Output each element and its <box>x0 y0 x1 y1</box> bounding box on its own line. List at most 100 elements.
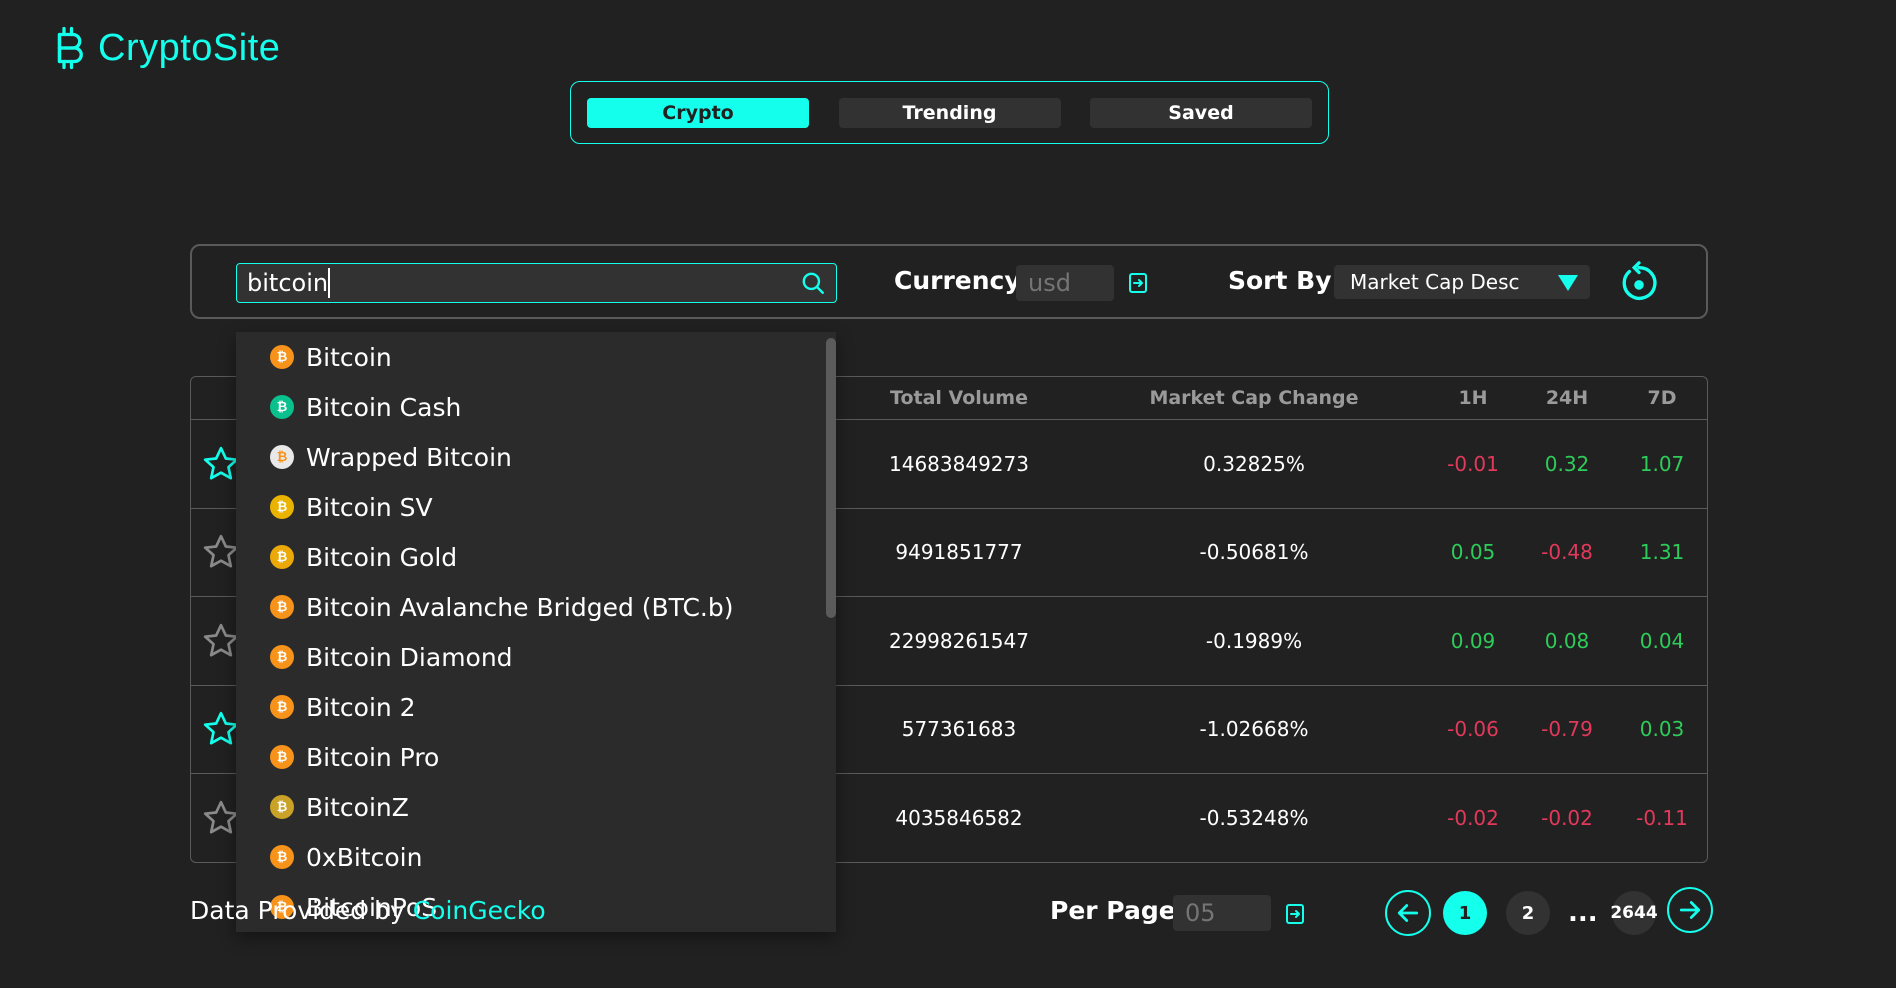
cell-1h: -0.02 <box>1447 806 1499 831</box>
suggestion-label: Bitcoin <box>306 342 392 372</box>
page-ellipsis: ... <box>1568 898 1598 928</box>
cell-1h: 0.05 <box>1450 540 1496 565</box>
coin-icon: ₿ <box>270 645 294 669</box>
arrow-left-icon <box>1397 904 1419 922</box>
page-2-button[interactable]: 2 <box>1506 891 1550 935</box>
cell-1h: -0.06 <box>1447 717 1499 742</box>
cell-total-volume: 4035846582 <box>895 806 1023 831</box>
star-filled-icon[interactable] <box>201 444 241 484</box>
cell-market-cap-change: -0.50681% <box>1199 540 1309 565</box>
app-name: CryptoSite <box>98 26 281 69</box>
app-logo[interactable]: CryptoSite <box>52 24 280 72</box>
cell-1h: -0.01 <box>1447 451 1499 476</box>
suggestion-item[interactable]: ₿ Bitcoin 2 <box>236 682 836 732</box>
reset-icon[interactable] <box>1616 260 1662 306</box>
per-page-label: Per Page: <box>1050 896 1186 925</box>
next-page-button[interactable] <box>1667 887 1713 933</box>
suggestion-label: 0xBitcoin <box>306 842 423 872</box>
cell-24h: -0.48 <box>1541 540 1593 565</box>
cell-7d: 1.07 <box>1639 451 1685 476</box>
search-icon[interactable] <box>800 270 826 296</box>
coin-icon: ₿ <box>270 795 294 819</box>
suggestion-item[interactable]: ₿ Bitcoin Cash <box>236 382 836 432</box>
cell-total-volume: 14683849273 <box>889 451 1029 476</box>
per-page-input[interactable] <box>1173 895 1271 931</box>
suggestion-item[interactable]: ₿ Wrapped Bitcoin <box>236 432 836 482</box>
cell-7d: 0.03 <box>1639 717 1685 742</box>
cell-24h: -0.02 <box>1541 806 1593 831</box>
suggestion-item[interactable]: ₿ Bitcoin Avalanche Bridged (BTC.b) <box>236 582 836 632</box>
prev-page-button[interactable] <box>1385 890 1431 936</box>
currency-submit-icon[interactable] <box>1126 271 1150 295</box>
sort-value: Market Cap Desc <box>1350 270 1520 294</box>
cell-market-cap-change: 0.32825% <box>1203 451 1305 476</box>
attribution-prefix: Data Provided by <box>190 896 413 925</box>
suggestion-label: Bitcoin SV <box>306 492 433 522</box>
cell-7d: 1.31 <box>1639 540 1685 565</box>
triangle-down-icon <box>1558 275 1578 291</box>
cell-total-volume: 22998261547 <box>889 628 1029 653</box>
cell-7d: -0.11 <box>1636 806 1688 831</box>
bitcoin-logo-icon <box>57 26 83 70</box>
filter-bar: bitcoin Currency: Sort By: Market Cap De… <box>190 244 1708 319</box>
suggestion-label: Bitcoin Cash <box>306 392 462 422</box>
coin-icon: ₿ <box>270 445 294 469</box>
cell-24h: 0.08 <box>1544 628 1590 653</box>
suggestion-item[interactable]: ₿ Bitcoin SV <box>236 482 836 532</box>
suggestion-item[interactable]: ₿ Bitcoin Gold <box>236 532 836 582</box>
search-suggestions: ₿ Bitcoin ₿ Bitcoin Cash ₿ Wrapped Bitco… <box>236 332 836 932</box>
col-total-volume: Total Volume <box>890 387 1028 409</box>
col-1h: 1H <box>1458 387 1488 409</box>
search-input[interactable]: bitcoin <box>247 269 328 297</box>
sort-select[interactable]: Market Cap Desc <box>1334 265 1590 299</box>
tab-crypto[interactable]: Crypto <box>587 97 809 128</box>
coin-icon: ₿ <box>270 345 294 369</box>
coin-icon: ₿ <box>270 695 294 719</box>
cell-market-cap-change: -1.02668% <box>1199 717 1309 742</box>
cell-market-cap-change: -0.53248% <box>1199 806 1309 831</box>
coin-icon: ₿ <box>270 545 294 569</box>
cell-market-cap-change: -0.1989% <box>1205 628 1303 653</box>
tab-trending[interactable]: Trending <box>838 97 1061 128</box>
suggestion-label: Bitcoin Gold <box>306 542 458 572</box>
cell-1h: 0.09 <box>1450 628 1496 653</box>
currency-input[interactable] <box>1016 265 1114 301</box>
suggestion-item[interactable]: ₿ BitcoinZ <box>236 782 836 832</box>
cell-total-volume: 577361683 <box>901 717 1017 742</box>
suggestion-label: Bitcoin Pro <box>306 742 440 772</box>
currency-label: Currency: <box>894 266 1031 295</box>
scrollbar-thumb[interactable] <box>826 338 836 618</box>
suggestion-item[interactable]: ₿ Bitcoin Pro <box>236 732 836 782</box>
search-box[interactable]: bitcoin <box>236 263 837 303</box>
suggestion-label: Bitcoin Avalanche Bridged (BTC.b) <box>306 592 734 622</box>
main-nav: Crypto Trending Saved <box>570 81 1329 144</box>
star-outline-icon[interactable] <box>201 532 241 572</box>
tab-saved[interactable]: Saved <box>1090 97 1312 128</box>
coin-icon: ₿ <box>270 395 294 419</box>
per-page-submit-icon[interactable] <box>1283 902 1307 926</box>
text-caret <box>328 268 331 298</box>
col-24h: 24H <box>1545 387 1589 409</box>
suggestion-item[interactable]: ₿ Bitcoin Diamond <box>236 632 836 682</box>
suggestion-label: Wrapped Bitcoin <box>306 442 512 472</box>
sort-label: Sort By: <box>1228 266 1342 295</box>
coin-icon: ₿ <box>270 595 294 619</box>
star-filled-icon[interactable] <box>201 709 241 749</box>
suggestion-item[interactable]: ₿ 0xBitcoin <box>236 832 836 882</box>
cell-24h: -0.79 <box>1541 717 1593 742</box>
coin-icon: ₿ <box>270 495 294 519</box>
suggestion-item[interactable]: ₿ Bitcoin <box>236 332 836 382</box>
cell-total-volume: 9491851777 <box>895 540 1023 565</box>
col-7d: 7D <box>1647 387 1677 409</box>
page-last-button[interactable]: 2644 <box>1610 891 1658 935</box>
cell-7d: 0.04 <box>1639 628 1685 653</box>
col-market-cap-change: Market Cap Change <box>1149 387 1359 409</box>
star-outline-icon[interactable] <box>201 621 241 661</box>
coingecko-link[interactable]: CoinGecko <box>413 896 546 925</box>
suggestion-label: Bitcoin Diamond <box>306 642 513 672</box>
star-outline-icon[interactable] <box>201 798 241 838</box>
suggestion-label: BitcoinZ <box>306 792 409 822</box>
cell-24h: 0.32 <box>1544 451 1590 476</box>
page-1-button[interactable]: 1 <box>1443 891 1487 935</box>
data-attribution: Data Provided by CoinGecko <box>190 896 546 925</box>
